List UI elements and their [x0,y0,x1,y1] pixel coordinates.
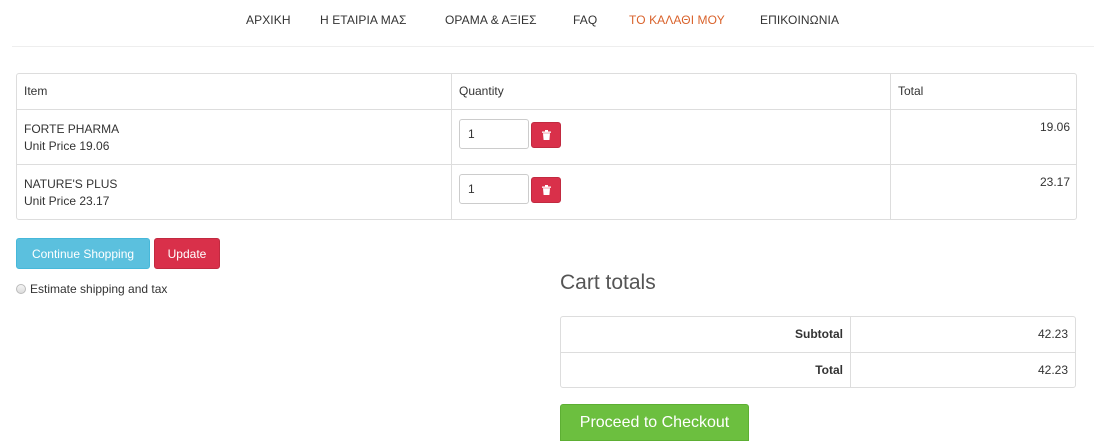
subtotal-label: Subtotal [795,327,843,341]
update-cart-button[interactable]: Update [154,238,220,269]
cart-table-header: Item Quantity Total [17,74,1076,109]
subtotal-value: 42.23 [850,317,1075,352]
remove-item-button[interactable] [531,122,561,148]
main-navigation: ΑΡΧΙΚΗ Η ΕΤΑΙΡΙΑ ΜΑΣ ΟΡΑΜΑ & ΑΞΙΕΣ FAQ Τ… [12,0,1094,47]
nav-link-company[interactable]: Η ΕΤΑΙΡΙΑ ΜΑΣ [320,13,407,27]
subtotal-row: Subtotal 42.23 [561,317,1075,352]
item-cell: NATURE'S PLUS Unit Price 23.17 [17,165,451,219]
table-row: FORTE PHARMA Unit Price 19.06 19.06 [17,109,1076,164]
cart-totals-table: Subtotal 42.23 Total 42.23 [560,316,1076,388]
nav-link-faq[interactable]: FAQ [573,13,597,27]
nav-link-home[interactable]: ΑΡΧΙΚΗ [246,13,291,27]
item-name: FORTE PHARMA [24,122,120,136]
unit-price: Unit Price 23.17 [24,194,110,208]
header-item: Item [24,84,48,98]
proceed-to-checkout-button[interactable]: Proceed to Checkout [560,404,749,441]
quantity-input[interactable] [459,174,529,204]
nav-link-contact[interactable]: ΕΠΙΚΟΙΝΩΝΙΑ [760,13,839,27]
remove-item-button[interactable] [531,177,561,203]
total-row: Total 42.23 [561,352,1075,387]
item-name: NATURE'S PLUS [24,177,118,191]
table-row: NATURE'S PLUS Unit Price 23.17 23.17 [17,164,1076,219]
cart-totals-title: Cart totals [560,271,656,294]
line-total: 19.06 [890,110,1076,164]
line-total: 23.17 [890,165,1076,219]
estimate-shipping-option[interactable]: Estimate shipping and tax [16,282,167,296]
total-label: Total [815,363,843,377]
total-value: 42.23 [850,353,1075,387]
quantity-cell [451,165,890,219]
quantity-cell [451,110,890,164]
trash-icon [541,130,551,140]
continue-shopping-button[interactable]: Continue Shopping [16,238,150,269]
nav-link-my-cart[interactable]: ΤΟ ΚΑΛΑΘΙ ΜΟΥ [629,13,725,27]
cart-table: Item Quantity Total FORTE PHARMA Unit Pr… [16,73,1077,220]
nav-link-vision-values[interactable]: ΟΡΑΜΑ & ΑΞΙΕΣ [445,13,537,27]
header-total: Total [890,74,1076,109]
header-quantity: Quantity [451,74,890,109]
quantity-input[interactable] [459,119,529,149]
trash-icon [541,185,551,195]
estimate-shipping-label: Estimate shipping and tax [30,282,168,296]
unit-price: Unit Price 19.06 [24,139,110,153]
estimate-shipping-radio[interactable] [16,284,26,294]
item-cell: FORTE PHARMA Unit Price 19.06 [17,110,451,164]
